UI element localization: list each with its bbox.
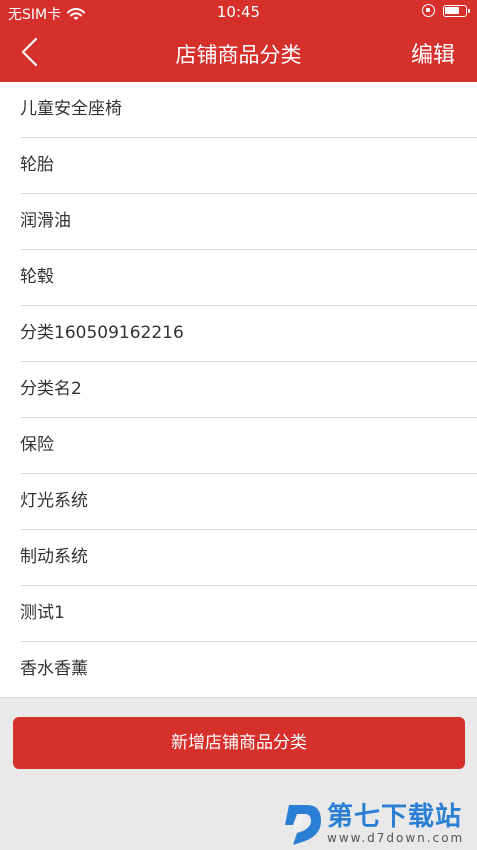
category-item[interactable]: 轮胎 — [0, 138, 477, 194]
category-item[interactable]: 保险 — [0, 418, 477, 474]
category-item[interactable]: 润滑油 — [0, 194, 477, 250]
category-label: 保险 — [20, 435, 54, 455]
watermark-name: 第七下载站 — [327, 802, 463, 832]
category-item[interactable]: 测试1 — [0, 586, 477, 642]
app-header: 无SIM卡 10:45 店铺商品分类 编辑 — [0, 0, 477, 82]
orientation-lock-icon — [422, 4, 435, 17]
d7down-logo-icon — [285, 805, 321, 845]
status-bar: 无SIM卡 10:45 — [0, 0, 477, 24]
category-item[interactable]: 儿童安全座椅 — [0, 82, 477, 138]
status-time: 10:45 — [216, 3, 261, 21]
status-right — [422, 4, 470, 17]
category-item[interactable]: 香水香薰 — [0, 642, 477, 698]
watermark-text: 第七下载站 www.d7down.com — [327, 803, 464, 845]
category-label: 分类160509162216 — [20, 323, 184, 343]
category-item[interactable]: 分类名2 — [0, 362, 477, 418]
divider — [0, 697, 477, 698]
category-label: 分类名2 — [20, 379, 82, 399]
category-list: 儿童安全座椅 轮胎 润滑油 轮毂 分类160509162216 分类名2 保险 … — [0, 82, 477, 698]
category-label: 轮胎 — [20, 155, 54, 175]
category-item[interactable]: 制动系统 — [0, 530, 477, 586]
battery-icon — [443, 4, 470, 17]
category-label: 儿童安全座椅 — [20, 99, 122, 119]
category-label: 轮毂 — [20, 267, 54, 287]
watermark: 第七下载站 www.d7down.com — [283, 800, 464, 848]
watermark-url: www.d7down.com — [327, 831, 465, 845]
category-label: 灯光系统 — [20, 491, 88, 511]
nav-bar: 店铺商品分类 编辑 — [0, 24, 477, 82]
category-label: 制动系统 — [20, 547, 88, 567]
category-item[interactable]: 灯光系统 — [0, 474, 477, 530]
edit-button[interactable]: 编辑 — [411, 37, 455, 69]
category-label: 测试1 — [20, 603, 65, 623]
category-item[interactable]: 轮毂 — [0, 250, 477, 306]
category-item[interactable]: 分类160509162216 — [0, 306, 477, 362]
page-title: 店铺商品分类 — [175, 43, 302, 67]
category-label: 香水香薰 — [20, 659, 88, 679]
category-label: 润滑油 — [20, 211, 71, 231]
add-category-button[interactable]: 新增店铺商品分类 — [13, 717, 465, 769]
